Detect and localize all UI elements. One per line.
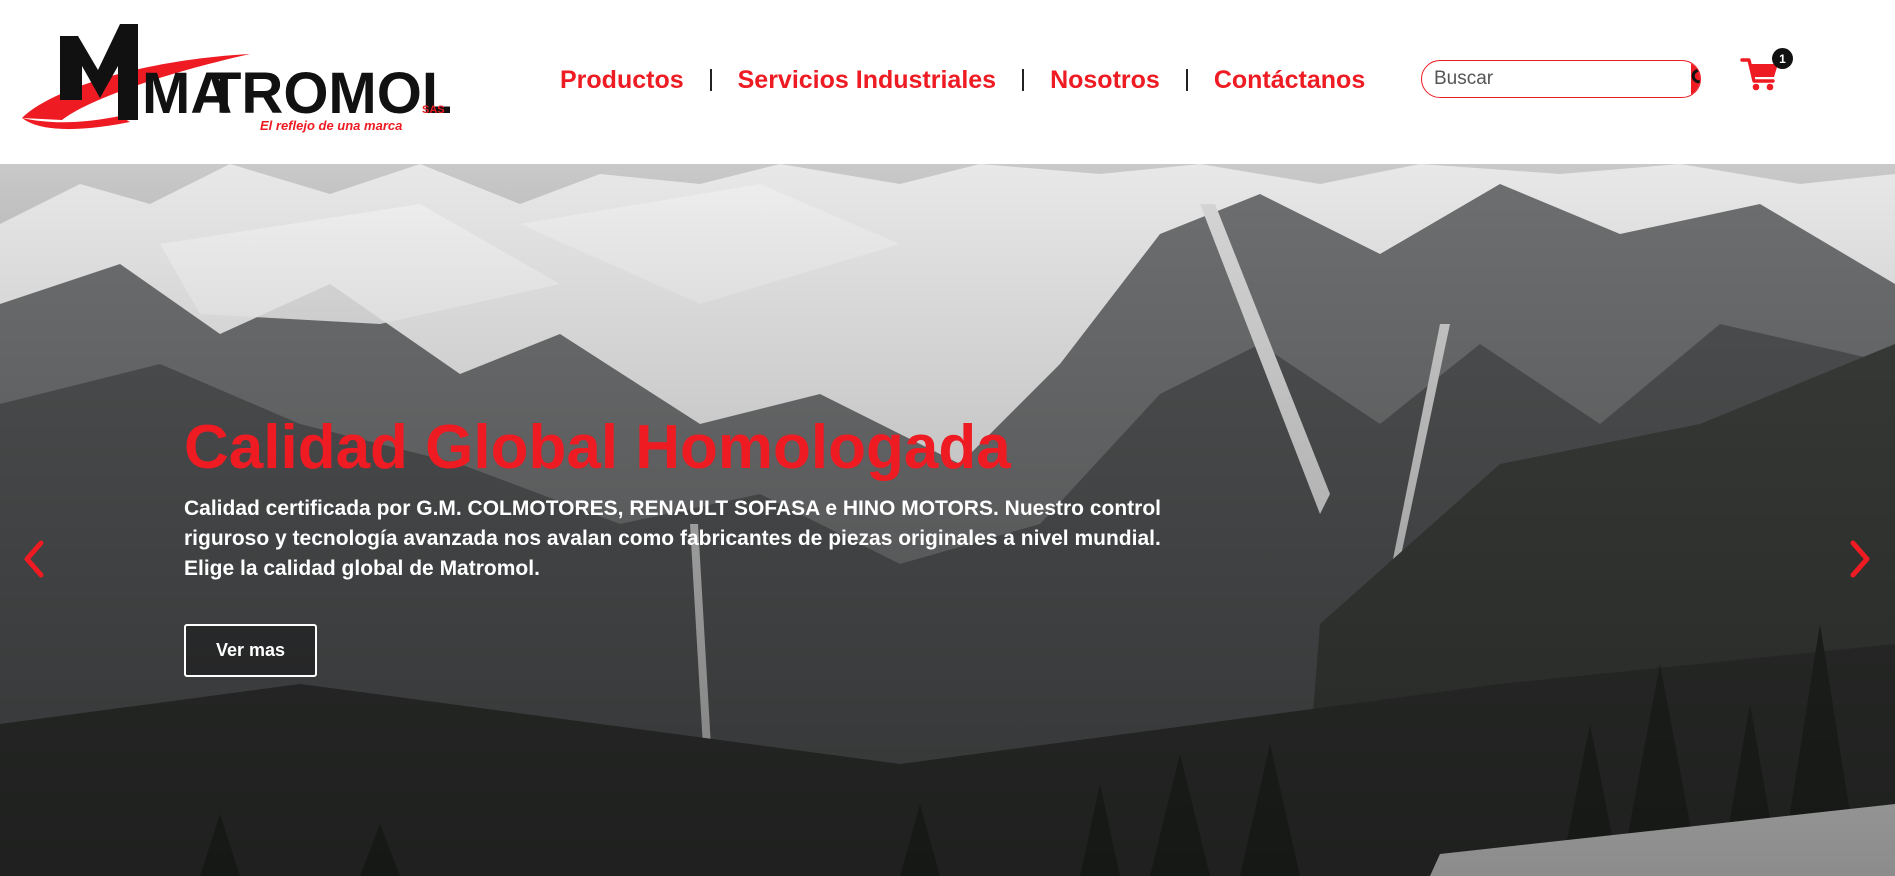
cart-button[interactable]: 1	[1740, 48, 1793, 98]
nav-item-servicios-industriales[interactable]: Servicios Industriales	[738, 66, 996, 95]
nav-item-contactanos[interactable]: Contáctanos	[1214, 66, 1365, 95]
chevron-left-icon	[22, 539, 46, 584]
search-button[interactable]	[1691, 61, 1700, 97]
nav-divider	[709, 69, 712, 91]
slide-title: Calidad Global Homologada	[184, 413, 1011, 482]
matromol-logo[interactable]: MA TROMOL SAS El reflejo de una marca	[20, 20, 450, 140]
search-icon	[1691, 68, 1700, 91]
search-input[interactable]	[1422, 61, 1691, 97]
svg-text:SAS: SAS	[422, 104, 445, 116]
nav-item-productos[interactable]: Productos	[560, 66, 684, 95]
chevron-right-icon	[1848, 539, 1872, 584]
svg-text:TROMOL: TROMOL	[206, 61, 450, 126]
slider-prev-button[interactable]	[14, 534, 54, 588]
slide-content: Calidad Global Homologada Calidad certif…	[184, 413, 1184, 678]
ver-mas-button[interactable]: Ver mas	[184, 624, 317, 678]
search-box	[1421, 60, 1701, 98]
nav-divider	[1185, 69, 1188, 91]
hero-slider: Calidad Global Homologada Calidad certif…	[0, 164, 1895, 876]
slide-description: Calidad certificada por G.M. COLMOTORES,…	[184, 497, 1161, 581]
main-nav: Productos Servicios Industriales Nosotro…	[560, 62, 1365, 98]
nav-item-nosotros[interactable]: Nosotros	[1050, 66, 1160, 95]
slider-next-button[interactable]	[1840, 534, 1880, 588]
site-header: MA TROMOL SAS El reflejo de una marca Pr…	[0, 0, 1895, 164]
cart-count-badge: 1	[1772, 48, 1793, 69]
nav-divider	[1022, 69, 1025, 91]
shopping-cart-icon	[1740, 58, 1780, 98]
svg-text:El reflejo de una marca: El reflejo de una marca	[260, 118, 402, 133]
